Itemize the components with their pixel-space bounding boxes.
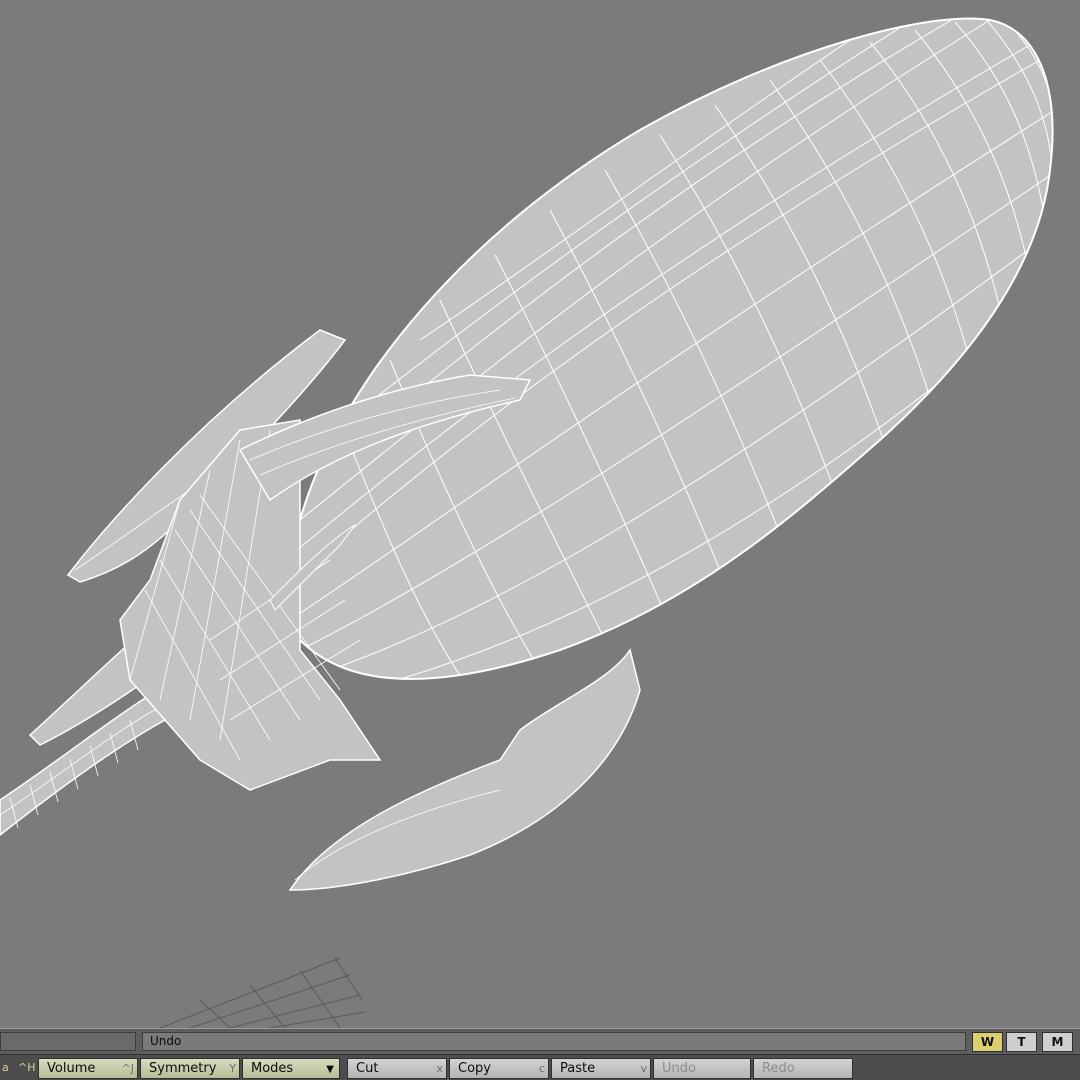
symmetry-button[interactable]: Symmetry Y [140,1058,240,1079]
ground-grid [159,957,366,1028]
redo-label: Redo [762,1061,795,1076]
undo-button[interactable]: Undo [653,1058,751,1079]
symmetry-label: Symmetry [149,1061,217,1076]
symmetry-shortcut: Y [229,1062,236,1075]
copy-shortcut: c [538,1062,545,1075]
volume-shortcut: ^J [121,1062,134,1075]
modes-label: Modes [251,1061,294,1076]
layout-w-button[interactable]: W [972,1032,1003,1052]
paste-button[interactable]: Paste v [551,1058,651,1079]
status-bar: Undo W T M [0,1028,1080,1054]
rocket-wireframe-mesh [0,17,1054,1028]
rear-fin-lower [288,648,641,891]
chevron-down-icon: ▼ [326,1064,334,1075]
modeler-viewport[interactable] [0,0,1080,1028]
cut-button[interactable]: Cut x [347,1058,447,1079]
status-message: Undo [142,1032,966,1051]
paste-label: Paste [560,1061,596,1076]
layout-t-button[interactable]: T [1006,1032,1037,1052]
copy-button[interactable]: Copy c [449,1058,549,1079]
cut-label: Cut [356,1061,379,1076]
undo-label: Undo [662,1061,696,1076]
cut-shortcut: x [436,1062,443,1075]
paste-shortcut: v [640,1062,647,1075]
redo-button[interactable]: Redo [753,1058,853,1079]
copy-label: Copy [458,1061,491,1076]
volume-label: Volume [47,1061,96,1076]
modes-dropdown[interactable]: Modes ▼ [242,1058,340,1079]
bottom-toolbar: a ^H Volume ^J Symmetry Y Modes ▼ Cut x … [0,1054,1080,1080]
volume-button[interactable]: Volume ^J [38,1058,138,1079]
layout-m-button[interactable]: M [1042,1032,1073,1052]
fuselage [280,17,1054,680]
toolbar-key-h: ^H [18,1061,36,1074]
toolbar-key-a: a [2,1061,9,1074]
status-left-panel [0,1032,136,1051]
